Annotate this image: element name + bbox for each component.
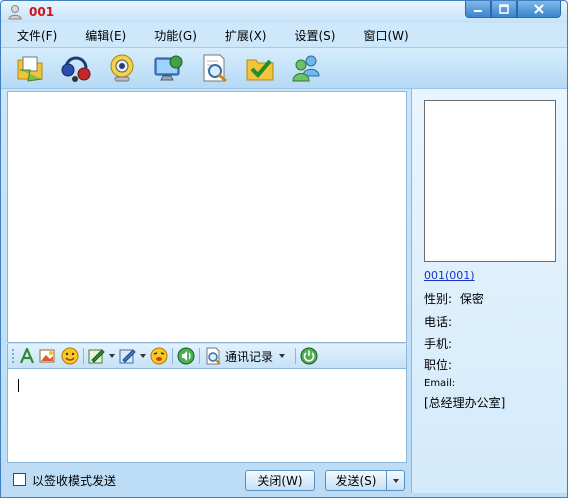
maximize-icon (499, 4, 509, 14)
user-icon (8, 5, 22, 20)
toolbar-separator (199, 348, 200, 364)
mobile-label: 手机: (424, 337, 453, 351)
history-icon (206, 347, 221, 365)
power-icon (300, 347, 318, 365)
emoticon-button[interactable] (61, 346, 79, 366)
emoticon-icon (61, 347, 79, 365)
close-window-button[interactable] (517, 1, 561, 18)
message-input[interactable] (7, 368, 407, 463)
menu-extend[interactable]: 扩展(X) (225, 25, 267, 45)
group-chat-button[interactable] (289, 51, 323, 85)
send-options-button[interactable] (387, 470, 405, 491)
screenshot-dropdown-arrow[interactable] (140, 354, 146, 358)
receipt-mode-label[interactable]: 以签收模式发送 (32, 472, 116, 489)
menu-settings[interactable]: 设置(S) (295, 25, 336, 45)
group-chat-icon (292, 55, 320, 82)
shared-folder-icon (246, 59, 274, 81)
shake-button[interactable] (150, 346, 168, 366)
chat-window: 001 文件(F) 编辑(E) 功能(G) 扩展(X) 设置(S) 窗口(W) (0, 0, 568, 498)
position-label: 职位: (424, 358, 453, 372)
close-button[interactable]: 关闭(W) (245, 470, 315, 491)
menu-bar: 文件(F) 编辑(E) 功能(G) 扩展(X) 设置(S) 窗口(W) (7, 25, 427, 45)
history-label[interactable]: 通讯记录 (225, 348, 273, 365)
power-button[interactable] (300, 346, 318, 366)
toolbar-separator (83, 348, 84, 364)
window-controls (465, 1, 561, 19)
phone-label: 电话: (424, 315, 453, 329)
text-caret (18, 379, 19, 392)
close-icon (534, 4, 544, 14)
send-file-button[interactable] (13, 51, 47, 85)
contact-id-link[interactable]: 001(001) (424, 269, 475, 282)
search-document-icon (203, 54, 227, 83)
menu-file[interactable]: 文件(F) (17, 25, 57, 45)
video-chat-icon (110, 54, 134, 82)
send-file-icon (17, 56, 43, 82)
screenshot-icon (119, 349, 136, 364)
title-bar[interactable]: 001 (1, 1, 567, 23)
font-button[interactable] (19, 346, 35, 366)
chevron-down-icon (392, 478, 399, 483)
image-button[interactable] (39, 346, 57, 366)
handwrite-icon (88, 349, 105, 364)
sound-icon (177, 347, 195, 365)
video-chat-button[interactable] (105, 51, 139, 85)
minimize-button[interactable] (465, 1, 491, 18)
history-button[interactable]: 通讯记录 (204, 346, 286, 366)
department-label: [总经理办公室] (424, 396, 506, 410)
minimize-icon (474, 10, 482, 12)
message-history-view[interactable] (7, 91, 407, 343)
remote-desktop-icon (154, 55, 183, 81)
email-label: Email: (424, 378, 456, 389)
gender-value: 保密 (459, 292, 484, 306)
bottom-bar: 以签收模式发送 关闭(W) 发送(S) (7, 467, 407, 493)
handwrite-button[interactable] (88, 346, 115, 366)
voice-chat-icon (61, 56, 91, 82)
handwrite-dropdown-arrow[interactable] (109, 354, 115, 358)
receipt-mode-checkbox[interactable] (13, 473, 26, 486)
toolbar-separator (172, 348, 173, 364)
voice-chat-button[interactable] (59, 51, 93, 85)
font-icon (19, 348, 35, 364)
contact-photo (424, 100, 556, 262)
shake-icon (150, 347, 168, 365)
window-title: 001 (29, 5, 55, 19)
screenshot-button[interactable] (119, 346, 146, 366)
toolbar-grip[interactable] (12, 349, 15, 363)
image-icon (39, 349, 55, 363)
history-dropdown-arrow[interactable] (279, 354, 286, 358)
gender-label: 性别: (424, 292, 453, 306)
maximize-button[interactable] (491, 1, 517, 18)
menu-window[interactable]: 窗口(W) (363, 25, 408, 45)
send-button[interactable]: 发送(S) (325, 470, 387, 491)
shared-folder-button[interactable] (243, 51, 277, 85)
menu-function[interactable]: 功能(G) (154, 25, 197, 45)
toolbar-separator (295, 348, 297, 364)
contact-info-panel: 001(001) 性别: 保密 电话: 手机: 职位: Email: [总经理办… (411, 89, 567, 493)
menu-edit[interactable]: 编辑(E) (85, 25, 126, 45)
input-toolbar: 通讯记录 (7, 344, 407, 368)
gender-row: 性别: 保密 (424, 290, 484, 307)
remote-desktop-button[interactable] (151, 51, 185, 85)
sound-button[interactable] (177, 346, 195, 366)
search-document-button[interactable] (197, 51, 231, 85)
main-toolbar (1, 47, 567, 89)
